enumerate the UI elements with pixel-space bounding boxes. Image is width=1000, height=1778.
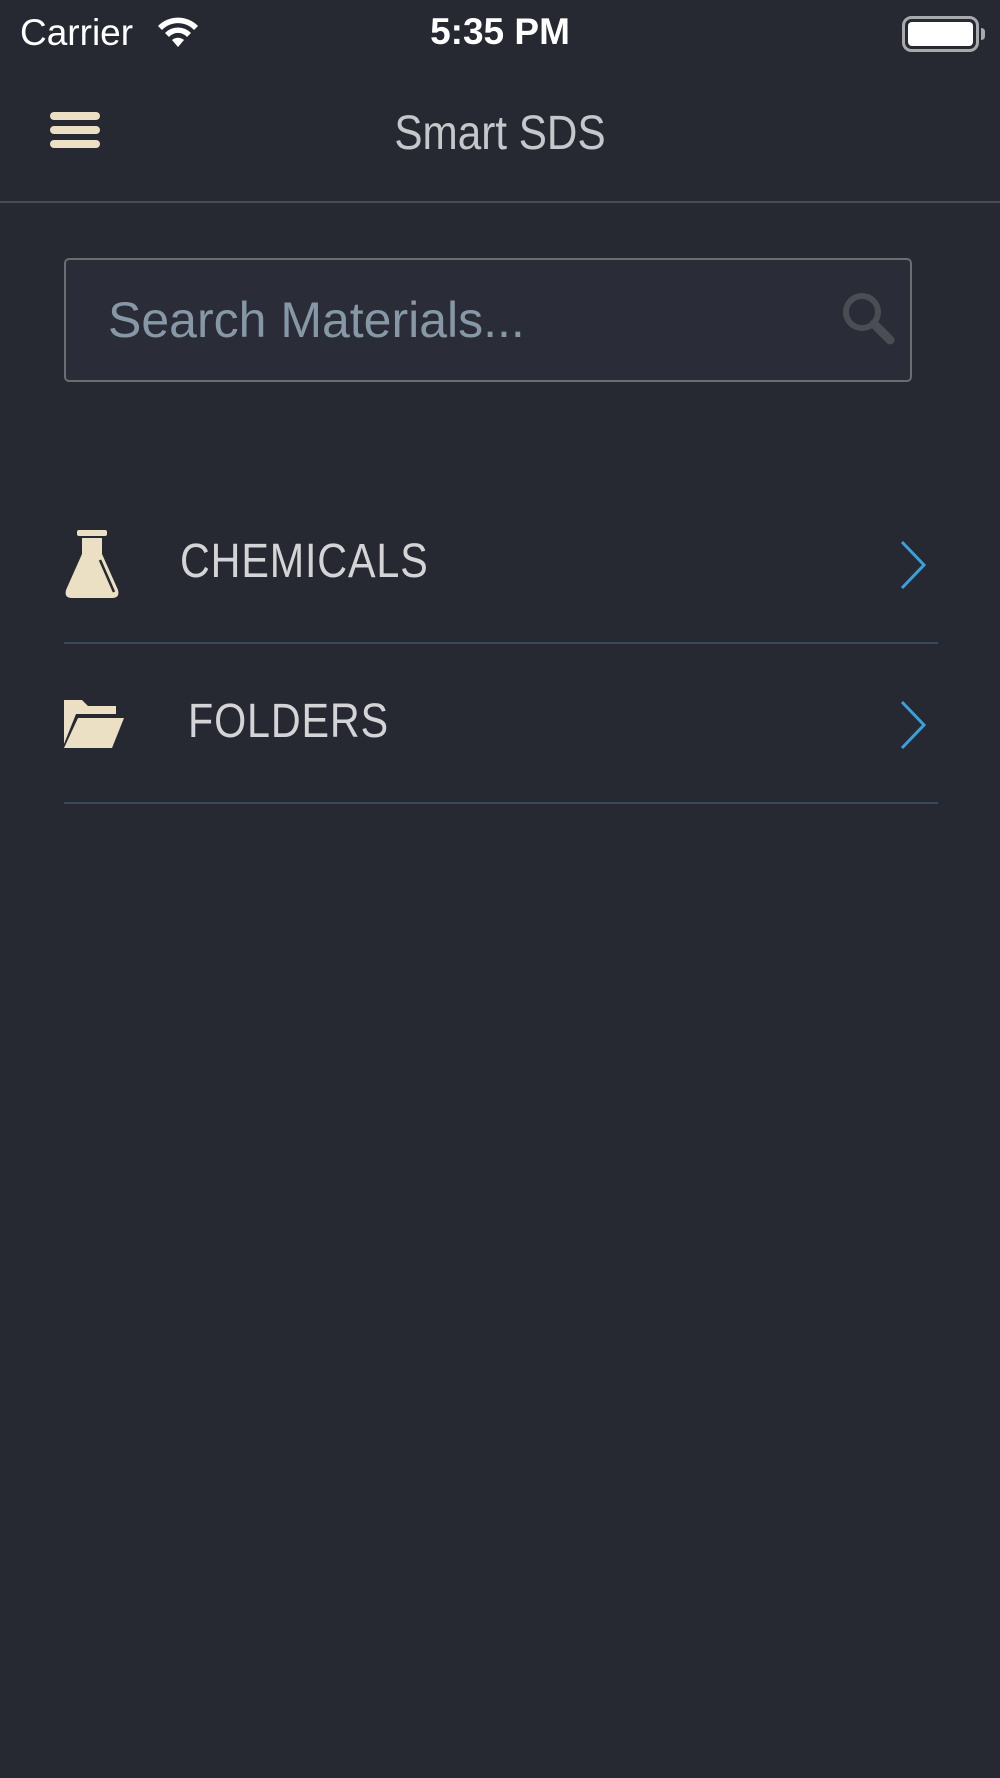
list-item-label: CHEMICALS xyxy=(180,535,429,588)
search-input[interactable] xyxy=(108,288,788,352)
chevron-right-icon xyxy=(900,700,927,750)
search-box[interactable] xyxy=(64,258,912,382)
list-divider xyxy=(64,802,938,804)
nav-divider xyxy=(0,201,1000,203)
battery-icon xyxy=(902,16,985,52)
status-time: 5:35 PM xyxy=(430,11,570,52)
list-item-label: FOLDERS xyxy=(188,695,389,748)
list-item-folders[interactable]: FOLDERS xyxy=(64,646,938,804)
list-divider xyxy=(64,642,938,644)
list-item-chemicals[interactable]: CHEMICALS xyxy=(64,486,938,644)
status-bar: Carrier 5:35 PM xyxy=(0,0,1000,68)
flask-icon xyxy=(65,530,119,598)
screen: Carrier 5:35 PM Smart SDS Search Materia… xyxy=(0,0,1000,1778)
page-title: Smart SDS xyxy=(394,107,606,160)
search-icon[interactable] xyxy=(840,290,896,346)
chevron-right-icon xyxy=(900,540,927,590)
folder-icon xyxy=(64,700,124,748)
